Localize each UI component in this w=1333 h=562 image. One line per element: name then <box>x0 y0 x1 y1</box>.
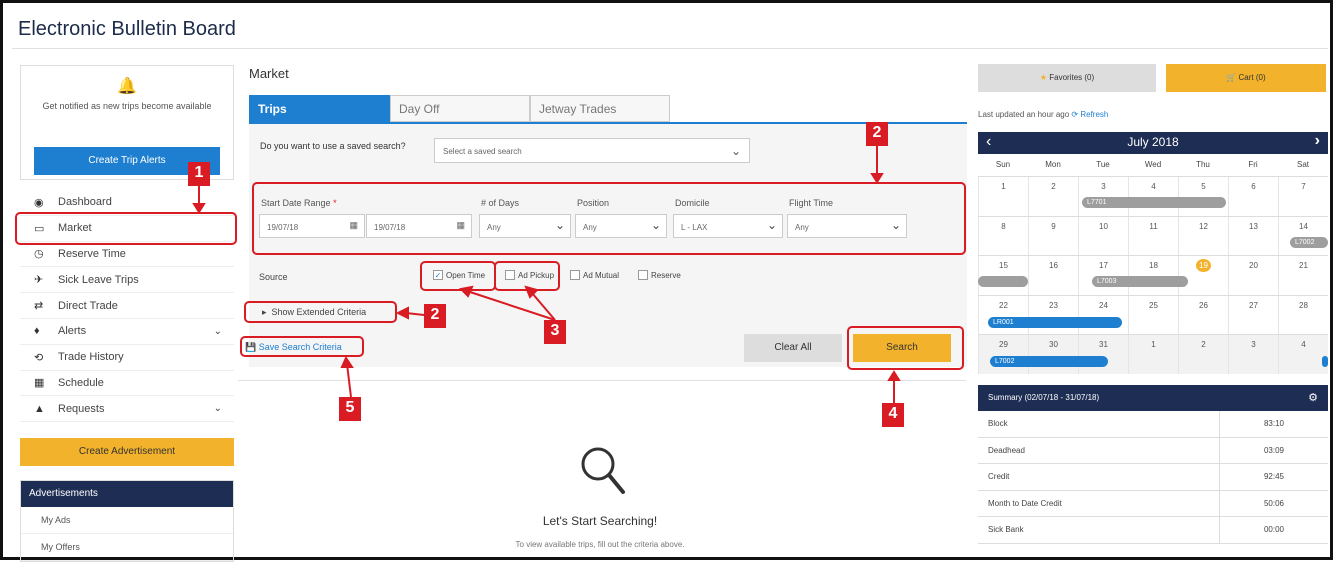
cart-button[interactable]: 🛒 Cart (0) <box>1166 64 1326 92</box>
calendar-day[interactable]: 27 <box>1228 295 1278 334</box>
calendar-day[interactable]: 8 <box>978 216 1028 255</box>
calendar-day[interactable]: 22 <box>978 295 1028 334</box>
trip-bar[interactable]: L7701 <box>1082 197 1226 208</box>
calendar-day[interactable]: 29 <box>978 335 1028 374</box>
calendar-day[interactable]: 21 <box>1278 256 1328 295</box>
summary-header: Summary (02/07/18 - 31/07/18) ⚙ <box>978 385 1328 411</box>
calendar-day[interactable]: 20 <box>1228 256 1278 295</box>
summary-row: Block 83:10 <box>978 411 1328 438</box>
weekday: Thu <box>1196 160 1210 169</box>
star-icon: ★ <box>1039 73 1048 82</box>
weekday: Sat <box>1296 160 1309 169</box>
calendar-day-today[interactable]: 19 <box>1178 256 1228 295</box>
calendar-month: July 2018 <box>1127 135 1179 149</box>
calendar-day[interactable]: 2 <box>1178 335 1228 374</box>
calendar-day[interactable]: 1 <box>978 177 1028 216</box>
weekday: Mon <box>1045 160 1061 169</box>
trip-bar[interactable]: LR001 <box>988 316 1122 328</box>
refresh-icon[interactable]: ⟳ <box>1071 110 1078 119</box>
last-updated: Last updated an hour ago ⟳ Refresh <box>978 110 1109 119</box>
calendar-day[interactable]: 6 <box>1228 177 1278 216</box>
calendar-week: 29 30 31 1 2 3 4 L7002 <box>978 334 1328 374</box>
summary-row: Sick Bank 00:00 <box>978 517 1328 544</box>
cart-icon: 🛒 <box>1226 73 1237 82</box>
chevron-right-icon[interactable]: › <box>1315 132 1320 150</box>
trip-bar[interactable]: L7002 <box>990 356 1108 367</box>
calendar-week: 15 16 17 18 19 20 21 L7003 <box>978 255 1328 295</box>
calendar-day[interactable]: 11 <box>1128 216 1178 255</box>
calendar-week: 8 9 10 11 12 13 14 L7002 <box>978 215 1328 255</box>
calendar-week: 22 23 24 25 26 27 28 LR001 <box>978 294 1328 334</box>
calendar-day[interactable]: 16 <box>1028 256 1078 295</box>
trip-bar[interactable] <box>1322 356 1328 367</box>
refresh-link[interactable]: Refresh <box>1080 110 1108 119</box>
trip-bar[interactable]: L7003 <box>1092 276 1188 287</box>
calendar-day[interactable]: 24 <box>1078 295 1128 334</box>
calendar-day[interactable]: 3 <box>1228 335 1278 374</box>
summary-panel: Summary (02/07/18 - 31/07/18) ⚙ Block 83:1… <box>978 385 1328 544</box>
trip-bar[interactable]: L7002 <box>1290 236 1328 248</box>
weekday: Sun <box>995 160 1011 169</box>
gear-icon[interactable]: ⚙ <box>1308 385 1318 411</box>
calendar-day[interactable]: 28 <box>1278 295 1328 334</box>
calendar-week: 1 2 3 4 5 6 7 L7701 <box>978 176 1328 216</box>
calendar-header: ‹ July 2018 › <box>978 132 1328 154</box>
calendar-day[interactable]: 30 <box>1028 335 1078 374</box>
calendar-day[interactable]: 1 <box>1128 335 1178 374</box>
weekday: Tue <box>1096 160 1110 169</box>
summary-row: Credit 92:45 <box>978 464 1328 491</box>
calendar-grid: Sun Mon Tue Wed Thu Fri Sat 1 2 3 4 5 6 … <box>978 154 1328 374</box>
calendar-day[interactable]: 9 <box>1028 216 1078 255</box>
calendar-day[interactable]: 12 <box>1178 216 1228 255</box>
calendar-weekdays: Sun Mon Tue Wed Thu Fri Sat <box>978 154 1328 176</box>
calendar-day[interactable]: 31 <box>1078 335 1128 374</box>
favorites-button[interactable]: ★ Favorites (0) <box>978 64 1156 92</box>
trip-bar[interactable] <box>978 276 1028 287</box>
weekday: Wed <box>1144 160 1162 169</box>
calendar-day[interactable]: 4 <box>1278 335 1328 374</box>
calendar-day[interactable]: 14 <box>1278 216 1328 255</box>
calendar-day[interactable]: 25 <box>1128 295 1178 334</box>
calendar-day[interactable]: 2 <box>1028 177 1078 216</box>
calendar-day[interactable]: 26 <box>1178 295 1228 334</box>
summary-row: Month to Date Credit 50:06 <box>978 490 1328 517</box>
calendar-day[interactable]: 13 <box>1228 216 1278 255</box>
calendar-day[interactable]: 23 <box>1028 295 1078 334</box>
calendar-day[interactable]: 10 <box>1078 216 1128 255</box>
summary-row: Deadhead 03:09 <box>978 437 1328 464</box>
calendar-day[interactable]: 7 <box>1278 177 1328 216</box>
weekday: Fri <box>1248 160 1258 169</box>
